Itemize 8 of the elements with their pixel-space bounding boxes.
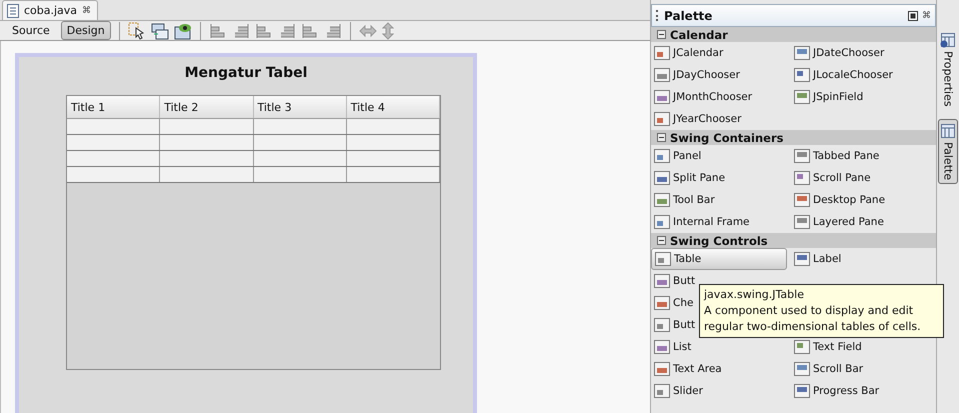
tooltip-text: A component used to display and edit regular two-dimensional tables of cells. — [704, 303, 922, 335]
tab-label: coba.java — [24, 4, 78, 17]
category-title: Swing Containers — [670, 130, 784, 144]
tooltip-title: javax.swing.JTable — [704, 287, 805, 303]
category-title: Swing Controls — [670, 234, 768, 248]
category-title: Calendar — [670, 28, 728, 42]
palette-title: Palette — [664, 8, 714, 22]
form-title: Mengatur Tabel — [184, 65, 308, 81]
